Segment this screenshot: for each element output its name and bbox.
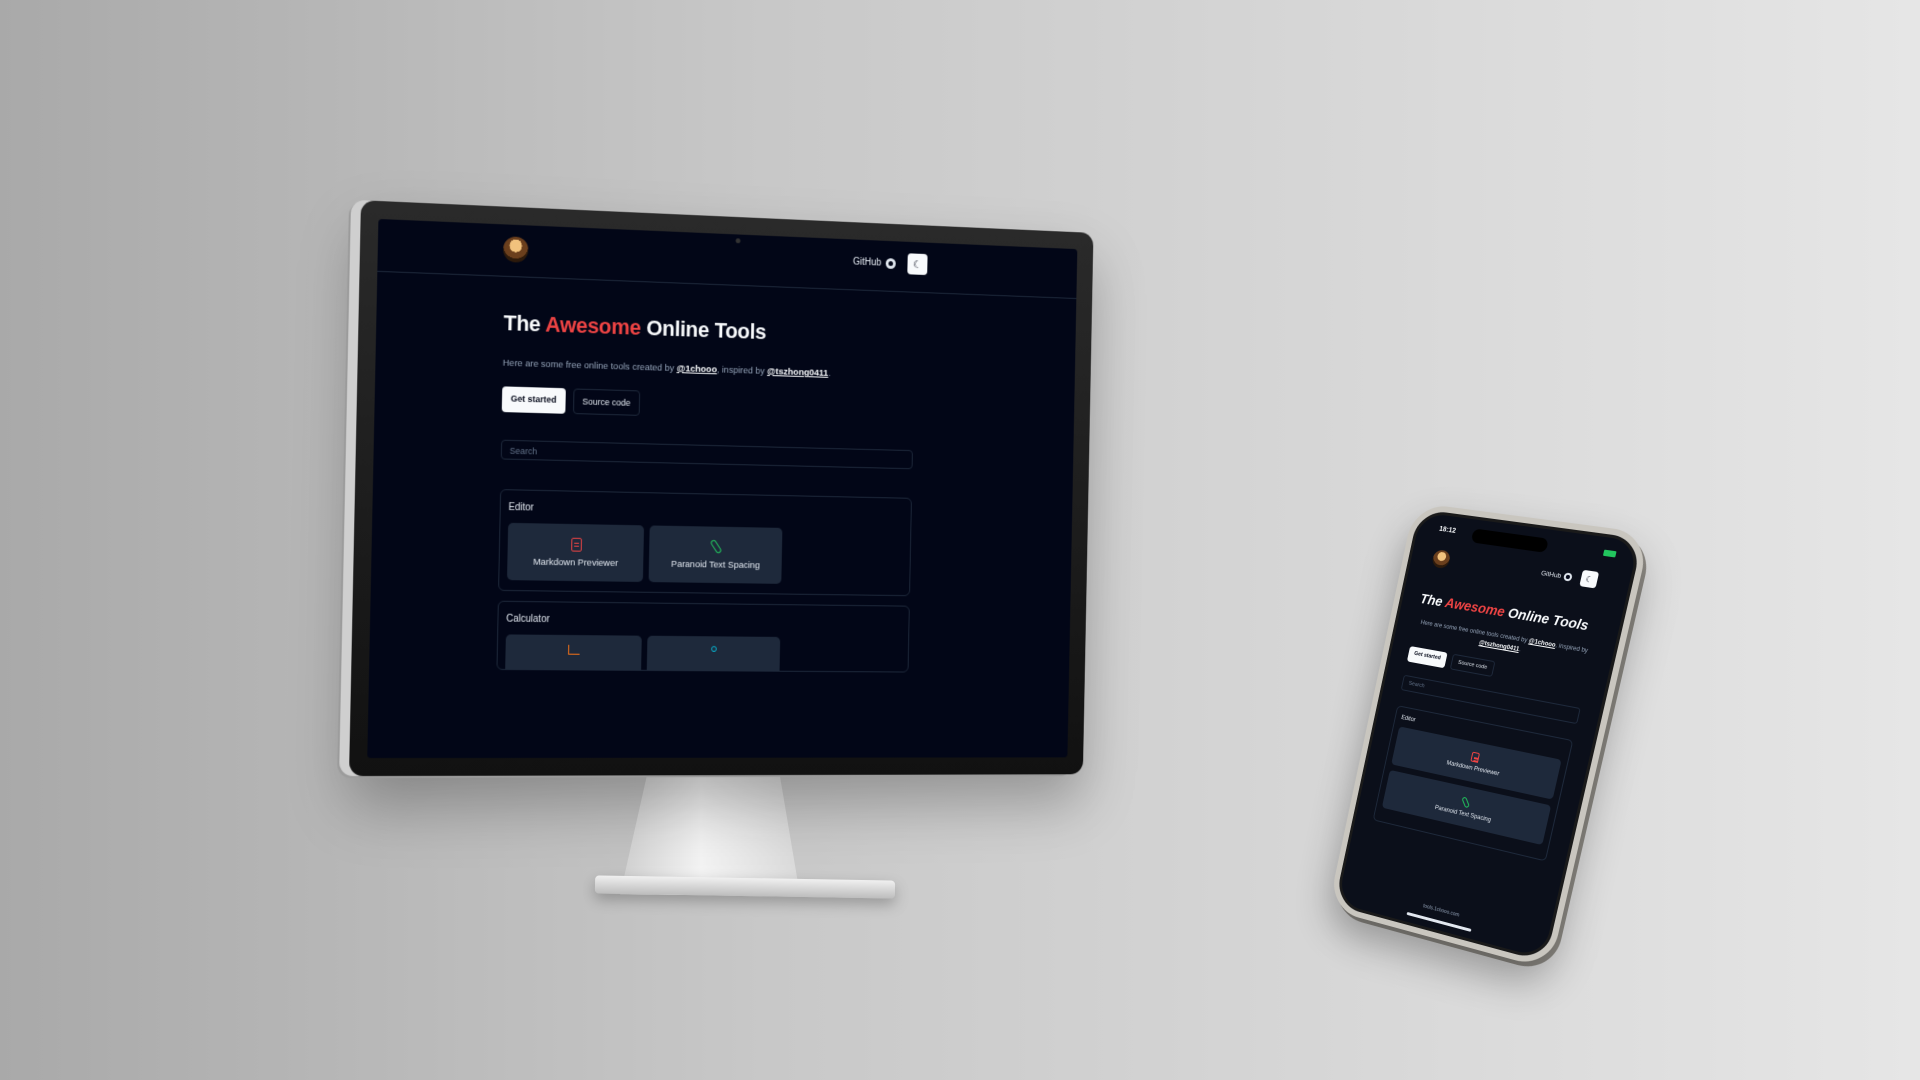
- hero-buttons: Get started Source code: [501, 386, 1075, 427]
- github-link[interactable]: GitHub: [1540, 569, 1574, 582]
- phone-time: 18:12: [1438, 525, 1457, 535]
- title-prefix: The: [503, 310, 546, 337]
- github-icon: [885, 258, 896, 270]
- section-title: Calculator: [506, 613, 550, 625]
- tool-card-label: Markdown Previewer: [533, 556, 619, 569]
- subtitle-mid: , inspired by: [1554, 643, 1589, 655]
- github-label: GitHub: [852, 256, 882, 269]
- tool-cards: Markdown Previewer Paranoid Text Spacing: [507, 522, 903, 586]
- github-icon: [1563, 572, 1574, 582]
- get-started-button[interactable]: Get started: [501, 386, 566, 414]
- inspiration-link[interactable]: @tszhong0411: [767, 366, 828, 379]
- subtitle-end: .: [828, 368, 831, 379]
- phone-url: tools.1chooo.com: [1422, 903, 1460, 919]
- paperclip-icon: [709, 538, 723, 555]
- desktop-monitor: GitHub ☾ The Awesome Online Tools Here a…: [349, 200, 1094, 777]
- navbar: GitHub ☾: [377, 218, 1078, 299]
- section-calculator: Calculator: [496, 600, 910, 673]
- tool-card-calculator-2[interactable]: [646, 635, 781, 673]
- subtitle-prefix: Here are some free online tools created …: [1419, 620, 1530, 645]
- tool-cards: [504, 634, 901, 673]
- source-code-button[interactable]: Source code: [572, 388, 641, 416]
- tool-card-paranoid-text-spacing[interactable]: Paranoid Text Spacing: [648, 525, 783, 584]
- mobile-phone: 18:12 GitHub ☾ The Awesome Online Tools …: [1327, 502, 1651, 970]
- author-link[interactable]: @1chooo: [677, 363, 718, 375]
- avatar[interactable]: [502, 236, 529, 263]
- theme-toggle-button[interactable]: ☾: [907, 253, 928, 276]
- ruler-icon: [711, 646, 717, 652]
- subtitle-mid: , inspired by: [716, 364, 768, 377]
- section-editor: Editor Markdown Previewer Paranoid Text …: [1372, 705, 1574, 862]
- document-icon: [570, 537, 582, 552]
- tool-card-markdown-previewer[interactable]: Markdown Previewer: [507, 522, 645, 582]
- scene: GitHub ☾ The Awesome Online Tools Here a…: [0, 0, 1920, 1080]
- subtitle-end: .: [1518, 646, 1522, 654]
- theme-toggle-button[interactable]: ☾: [1579, 569, 1600, 589]
- subtitle: Here are some free online tools created …: [503, 358, 1075, 387]
- dynamic-island: [1470, 528, 1549, 553]
- author-link[interactable]: @1chooo: [1528, 639, 1556, 650]
- title-suffix: Online Tools: [640, 315, 767, 344]
- main-content: The Awesome Online Tools Here are some f…: [369, 306, 1076, 674]
- title-suffix: Online Tools: [1503, 604, 1591, 634]
- title-prefix: The: [1418, 591, 1447, 610]
- page-title: The Awesome Online Tools: [503, 310, 1075, 355]
- moon-icon: ☾: [912, 258, 923, 271]
- title-accent: Awesome: [1443, 595, 1507, 620]
- get-started-button[interactable]: Get started: [1406, 646, 1448, 669]
- title-accent: Awesome: [545, 311, 642, 340]
- subtitle-prefix: Here are some free online tools created …: [502, 357, 677, 375]
- document-icon: [1470, 751, 1480, 764]
- tool-card-label: Paranoid Text Spacing: [671, 558, 760, 572]
- avatar[interactable]: [1431, 549, 1452, 570]
- paperclip-icon: [1461, 796, 1470, 809]
- chart-icon: [568, 644, 580, 655]
- monitor-screen: GitHub ☾ The Awesome Online Tools Here a…: [367, 218, 1078, 759]
- source-code-button[interactable]: Source code: [1449, 654, 1496, 678]
- moon-icon: ☾: [1584, 573, 1594, 585]
- tool-card-label: Markdown Previewer: [1445, 760, 1500, 778]
- tool-card-label: Paranoid Text Spacing: [1434, 804, 1492, 824]
- search-input[interactable]: Search: [500, 439, 913, 470]
- tool-card-calculator-1[interactable]: [504, 634, 642, 673]
- section-title: Editor: [508, 502, 534, 514]
- monitor-stand-base: [594, 875, 896, 899]
- phone-main-content: The Awesome Online Tools Here are some f…: [1372, 591, 1601, 862]
- section-editor: Editor Markdown Previewer Paranoid Text …: [498, 489, 912, 597]
- github-label: GitHub: [1540, 569, 1562, 580]
- battery-icon: [1602, 549, 1617, 558]
- github-link[interactable]: GitHub: [852, 256, 896, 270]
